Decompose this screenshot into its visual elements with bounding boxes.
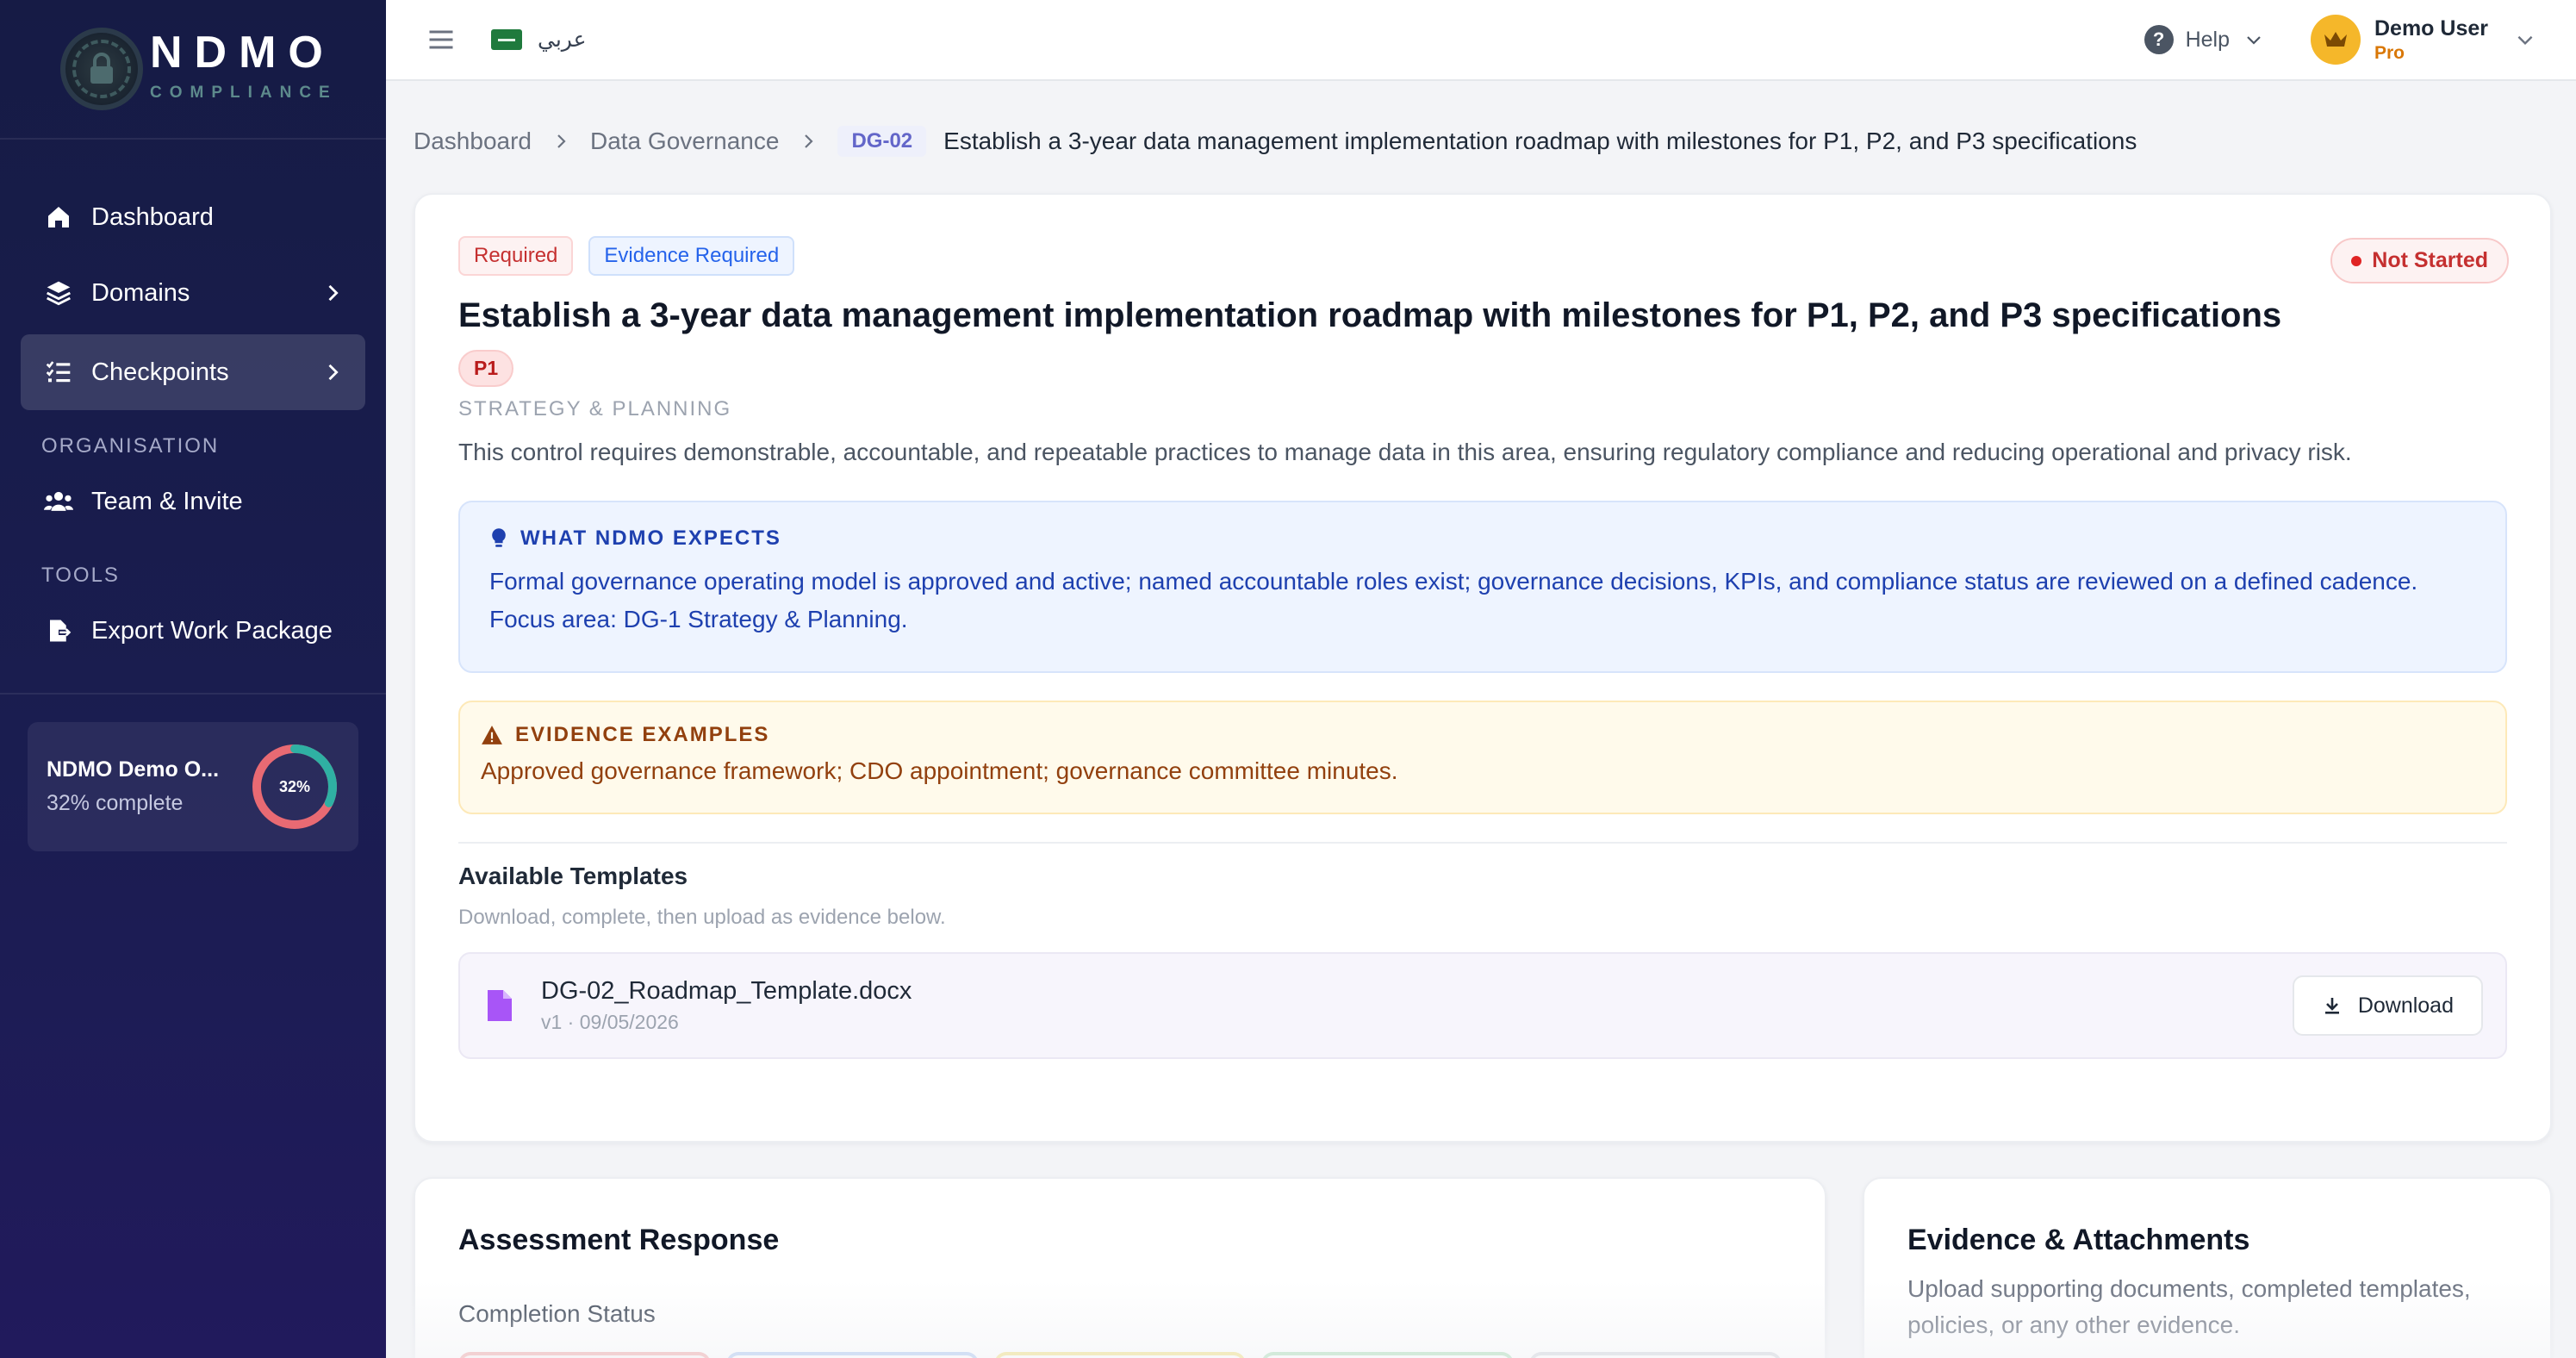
ndmo-expects-box: WHAT NDMO EXPECTS Formal governance oper… (458, 501, 2507, 673)
completion-status-label: Completion Status (458, 1300, 656, 1327)
language-switch[interactable]: عربي (491, 27, 587, 53)
sidebar: NDMO COMPLIANCE Dashboard Domains Checkp… (0, 0, 386, 1358)
evidence-title: Evidence & Attachments (1907, 1224, 2250, 1256)
control-category: STRATEGY & PLANNING (458, 397, 732, 420)
control-code-chip: DG-02 (837, 126, 927, 157)
evidence-attachments-card: Evidence & Attachments Upload supporting… (1863, 1177, 2552, 1358)
sidebar-nav: Dashboard Domains Checkpoints ORGANISATI… (0, 140, 386, 669)
chevron-down-icon (2247, 36, 2261, 45)
user-plan: Pro (2374, 42, 2405, 63)
chevron-right-icon (328, 284, 339, 302)
chevron-down-icon (2517, 35, 2533, 46)
sidebar-item-team-invite[interactable]: Team & Invite (21, 464, 365, 539)
chevron-right-icon (805, 134, 814, 148)
status-option-2[interactable] (725, 1352, 979, 1358)
file-export-icon (41, 614, 76, 648)
sidebar-item-label: Team & Invite (91, 487, 243, 515)
templates-title: Available Templates (458, 863, 688, 889)
menu-icon[interactable] (426, 24, 457, 55)
evidence-examples-heading: EVIDENCE EXAMPLES (515, 723, 770, 746)
control-badges: Required Evidence Required (458, 236, 2507, 276)
sidebar-item-label: Domains (91, 278, 190, 307)
evidence-examples-box: EVIDENCE EXAMPLES Approved governance fr… (458, 701, 2507, 814)
status-option-1[interactable] (458, 1352, 711, 1358)
progress-donut-label: 32% (278, 777, 311, 795)
template-file-row: DG-02_Roadmap_Template.docx v1 · 09/05/2… (458, 952, 2507, 1059)
evidence-examples-body: Approved governance framework; CDO appoi… (481, 757, 1398, 784)
brand[interactable]: NDMO COMPLIANCE (0, 0, 386, 140)
section-label-organisation: ORGANISATION (41, 434, 220, 458)
template-file-name: DG-02_Roadmap_Template.docx (541, 977, 912, 1005)
saudi-flag-icon (491, 29, 522, 50)
sidebar-divider (0, 693, 386, 695)
breadcrumb-current: Establish a 3-year data management imple… (943, 128, 2137, 154)
sidebar-item-label: Export Work Package (91, 616, 333, 645)
sidebar-item-export-work-package[interactable]: Export Work Package (21, 593, 365, 669)
completion-status-options (458, 1352, 1782, 1358)
evidence-subtitle: Upload supporting documents, completed t… (1907, 1275, 2471, 1338)
document-icon (488, 990, 512, 1021)
download-button[interactable]: Download (2292, 975, 2483, 1036)
download-icon (2324, 998, 2339, 1014)
brand-subtitle: COMPLIANCE (150, 84, 338, 102)
top-bar: عربي ? Help Demo User Pro (386, 0, 2576, 81)
layers-icon (41, 276, 76, 310)
help-icon: ? (2144, 25, 2174, 54)
sidebar-item-dashboard[interactable]: Dashboard (21, 179, 365, 255)
user-name: Demo User (2374, 16, 2488, 40)
organisation-progress-text: 32% complete (47, 791, 184, 815)
control-detail-card: Required Evidence Required Not Started E… (414, 193, 2552, 1143)
ndmo-expects-body: Formal governance operating model is app… (489, 568, 2418, 632)
control-title: Establish a 3-year data management imple… (458, 296, 2282, 334)
users-icon (41, 484, 76, 519)
sidebar-item-label: Dashboard (91, 202, 214, 231)
chevron-right-icon (557, 134, 566, 148)
chevron-right-icon (328, 364, 339, 381)
priority-badge: P1 (458, 350, 514, 387)
home-icon (41, 200, 76, 234)
status-label: Not Started (2372, 248, 2488, 272)
sidebar-item-label: Checkpoints (91, 358, 229, 386)
breadcrumb: Dashboard Data Governance DG-02 Establis… (414, 121, 2137, 162)
status-badge: Not Started (2330, 238, 2509, 283)
help-menu[interactable]: ? Help (2144, 25, 2264, 54)
status-option-4[interactable] (1261, 1352, 1515, 1358)
status-dot-icon (2351, 255, 2362, 266)
breadcrumb-data-governance[interactable]: Data Governance (590, 128, 779, 155)
warning-icon (482, 726, 502, 744)
template-file-meta: v1 · 09/05/2026 (541, 1011, 679, 1033)
checklist-icon (41, 355, 76, 389)
organisation-progress-card[interactable]: NDMO Demo O... 32% complete 32% (28, 722, 358, 851)
section-label-tools: TOOLS (41, 564, 120, 587)
required-badge: Required (458, 236, 574, 276)
language-label: عربي (538, 28, 587, 52)
brand-name: NDMO (150, 28, 335, 78)
control-description: This control requires demonstrable, acco… (458, 439, 2352, 465)
organisation-name: NDMO Demo O... (47, 757, 220, 782)
status-option-3[interactable] (993, 1352, 1247, 1358)
ndmo-logo-icon (60, 28, 143, 110)
progress-donut: 32% (250, 742, 339, 832)
status-option-5[interactable] (1529, 1352, 1782, 1358)
ndmo-expects-heading: WHAT NDMO EXPECTS (520, 526, 781, 550)
templates-subtitle: Download, complete, then upload as evide… (458, 906, 946, 929)
evidence-required-badge: Evidence Required (588, 236, 795, 276)
assessment-response-card: Assessment Response Completion Status (414, 1177, 1826, 1358)
sidebar-item-domains[interactable]: Domains (21, 255, 365, 331)
user-menu[interactable]: Demo User Pro (2311, 15, 2536, 65)
breadcrumb-dashboard[interactable]: Dashboard (414, 128, 532, 155)
section-divider (458, 842, 2507, 844)
download-button-label: Download (2357, 993, 2454, 1018)
sidebar-item-checkpoints[interactable]: Checkpoints (21, 334, 365, 410)
crown-icon (2311, 15, 2361, 65)
lightbulb-icon (492, 528, 506, 547)
assessment-title: Assessment Response (458, 1224, 780, 1256)
help-label: Help (2185, 27, 2230, 52)
